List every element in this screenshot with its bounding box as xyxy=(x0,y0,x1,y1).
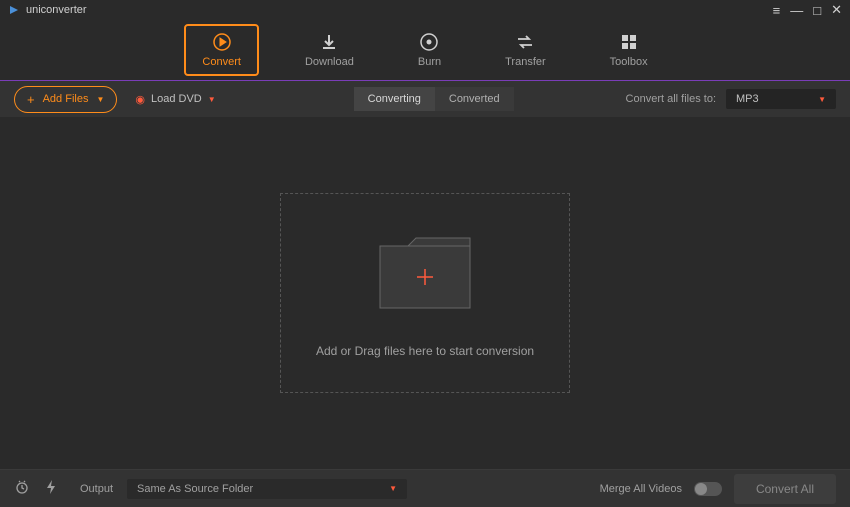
nav-tab-toolbox[interactable]: Toolbox xyxy=(592,24,666,76)
drop-zone[interactable]: Add or Drag files here to start conversi… xyxy=(280,193,570,393)
nav-tab-convert[interactable]: Convert xyxy=(184,24,259,76)
nav-tab-label: Toolbox xyxy=(610,56,648,68)
clock-icon[interactable] xyxy=(14,479,30,499)
disc-icon: ◉ xyxy=(135,93,145,106)
sub-tabs: Converting Converted xyxy=(354,87,514,111)
nav-tab-transfer[interactable]: Transfer xyxy=(487,24,564,76)
folder-icon xyxy=(370,228,480,318)
merge-label: Merge All Videos xyxy=(600,483,682,495)
caret-down-icon: ▼ xyxy=(208,95,216,104)
caret-down-icon: ▼ xyxy=(389,484,397,493)
format-select[interactable]: MP3 ▼ xyxy=(726,89,836,109)
toggle-knob xyxy=(695,483,707,495)
download-icon xyxy=(319,32,339,52)
caret-down-icon: ▼ xyxy=(818,95,826,104)
output-label: Output xyxy=(80,483,113,495)
sub-tab-converting[interactable]: Converting xyxy=(354,87,435,111)
add-files-label: Add Files xyxy=(43,93,89,105)
convert-to-label: Convert all files to: xyxy=(626,93,716,105)
toolbar: + Add Files ▼ ◉ Load DVD ▼ Converting Co… xyxy=(0,81,850,117)
titlebar: uniconverter ≡ — □ ✕ xyxy=(0,0,850,20)
nav-tab-download[interactable]: Download xyxy=(287,24,372,76)
menu-icon[interactable]: ≡ xyxy=(773,3,781,18)
add-files-button[interactable]: + Add Files ▼ xyxy=(14,86,117,113)
sub-tab-label: Converting xyxy=(368,93,421,105)
close-icon[interactable]: ✕ xyxy=(831,2,842,18)
app-title: uniconverter xyxy=(26,4,87,16)
format-value: MP3 xyxy=(736,93,759,105)
load-dvd-label: Load DVD xyxy=(151,93,202,105)
nav-tab-burn[interactable]: Burn xyxy=(400,24,459,76)
sub-tab-converted[interactable]: Converted xyxy=(435,87,514,111)
minimize-icon[interactable]: — xyxy=(790,3,803,18)
convert-all-button[interactable]: Convert All xyxy=(734,474,836,504)
output-value: Same As Source Folder xyxy=(137,483,253,495)
merge-toggle[interactable] xyxy=(694,482,722,496)
nav-tab-label: Transfer xyxy=(505,56,546,68)
plus-icon: + xyxy=(27,92,35,107)
toolbox-icon xyxy=(619,32,639,52)
window-controls: ≡ — □ ✕ xyxy=(773,2,842,18)
nav-tabs: Convert Download Burn Transfer Toolbox xyxy=(0,20,850,80)
footer: Output Same As Source Folder ▼ Merge All… xyxy=(0,469,850,507)
lightning-icon[interactable] xyxy=(44,479,58,499)
main-area: Add or Drag files here to start conversi… xyxy=(0,117,850,469)
nav-tab-label: Download xyxy=(305,56,354,68)
burn-icon xyxy=(419,32,439,52)
convert-icon xyxy=(212,32,232,52)
maximize-icon[interactable]: □ xyxy=(813,3,821,18)
transfer-icon xyxy=(515,32,535,52)
drop-zone-text: Add or Drag files here to start conversi… xyxy=(316,344,534,358)
convert-all-label: Convert All xyxy=(756,482,814,496)
nav-tab-label: Burn xyxy=(418,56,441,68)
load-dvd-button[interactable]: ◉ Load DVD ▼ xyxy=(127,88,223,111)
app-logo-icon xyxy=(8,4,20,16)
caret-down-icon: ▼ xyxy=(96,95,104,104)
output-select[interactable]: Same As Source Folder ▼ xyxy=(127,479,407,499)
sub-tab-label: Converted xyxy=(449,93,500,105)
nav-tab-label: Convert xyxy=(202,56,241,68)
